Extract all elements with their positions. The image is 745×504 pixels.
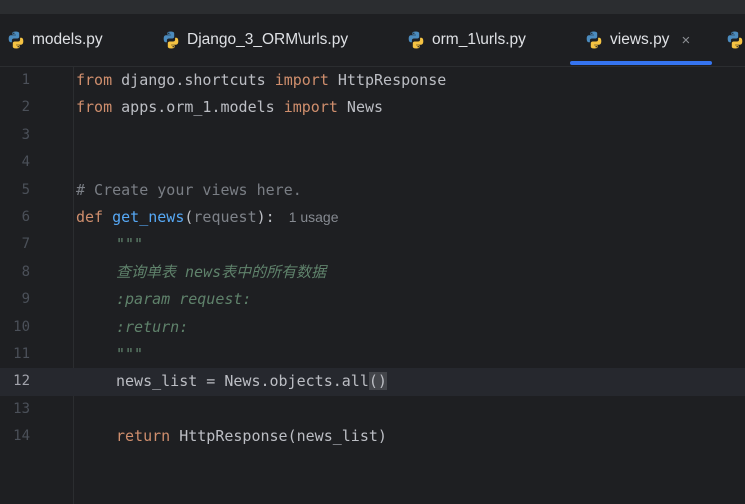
line-number: 2 xyxy=(21,99,30,116)
code-line[interactable]: 6 def get_news(request): 1 usage xyxy=(0,204,745,231)
window-top-strip xyxy=(0,0,745,14)
code-text: news_list = News.objects.all() xyxy=(116,368,387,395)
line-number: 6 xyxy=(21,209,30,225)
matched-bracket: ( xyxy=(368,372,378,391)
code-line[interactable]: 1 from django.shortcuts import HttpRespo… xyxy=(0,67,745,94)
tab-label: models.py xyxy=(32,31,103,48)
python-icon xyxy=(8,31,24,49)
code-line[interactable]: 9 :param request: xyxy=(0,286,745,313)
tab-models-py[interactable]: models.py xyxy=(6,14,103,66)
code-line[interactable]: 10 :return: xyxy=(0,314,745,341)
statement: HttpResponse(news_list) xyxy=(170,427,387,446)
tab-django-urls-py[interactable]: Django_3_ORM\urls.py xyxy=(161,14,348,66)
code-text: from django.shortcuts import HttpRespons… xyxy=(76,67,446,94)
editor-tab-bar: models.py Django_3_ORM\urls.py orm_1\url… xyxy=(0,14,745,67)
keyword: return xyxy=(116,427,171,446)
line-number: 9 xyxy=(21,291,30,308)
docstring: """ xyxy=(116,345,144,363)
code-line[interactable]: 5 # Create your views here. xyxy=(0,177,745,204)
statement: news_list = News.objects.all xyxy=(116,372,369,391)
close-icon[interactable]: × xyxy=(681,32,690,49)
code-line[interactable]: 4 xyxy=(0,149,745,176)
docstring: 查询单表 news表中的所有数据 xyxy=(116,262,327,281)
code-editor[interactable]: 1 from django.shortcuts import HttpRespo… xyxy=(0,67,745,504)
code-line[interactable]: 8 查询单表 news表中的所有数据 xyxy=(0,259,745,286)
line-number: 5 xyxy=(21,181,30,198)
tab-label: views.py xyxy=(610,31,670,48)
line-number: 1 xyxy=(21,72,30,88)
import-name: HttpResponse xyxy=(328,71,447,89)
code-text: return HttpResponse(news_list) xyxy=(116,423,387,450)
line-number: 13 xyxy=(13,400,30,417)
tab-views-py[interactable]: views.py × xyxy=(584,14,690,66)
line-number: 12 xyxy=(13,373,30,390)
line-number: 7 xyxy=(21,236,30,253)
code-line[interactable]: 3 xyxy=(0,122,745,149)
keyword: import xyxy=(283,98,338,117)
module-path: apps.orm_1.models xyxy=(112,98,284,117)
code-text: def get_news(request): 1 usage xyxy=(76,204,339,231)
keyword: import xyxy=(274,71,329,89)
code-line[interactable]: 7 """ xyxy=(0,231,745,258)
python-icon xyxy=(408,31,424,49)
code-line-active[interactable]: 12 news_list = News.objects.all() xyxy=(0,368,745,396)
module-path: django.shortcuts xyxy=(112,71,275,89)
python-icon xyxy=(586,31,602,49)
matched-bracket: ) xyxy=(377,372,387,391)
tab-label: Django_3_ORM\urls.py xyxy=(187,31,349,48)
keyword: from xyxy=(76,71,113,89)
active-tab-indicator xyxy=(570,61,712,65)
comment: # Create your views here. xyxy=(76,180,302,199)
usage-hint[interactable]: 1 usage xyxy=(289,209,339,225)
paren: ): xyxy=(256,208,275,226)
line-number: 4 xyxy=(21,154,30,171)
docstring: :return: xyxy=(116,317,189,336)
line-number: 8 xyxy=(21,263,30,280)
tab-orm1-urls-py[interactable]: orm_1\urls.py xyxy=(406,14,526,66)
tab-label: orm_1\urls.py xyxy=(432,31,526,48)
parameter: request xyxy=(193,208,257,226)
python-icon xyxy=(163,31,179,49)
keyword: def xyxy=(76,208,104,226)
code-line[interactable]: 13 xyxy=(0,396,745,423)
line-number: 11 xyxy=(13,346,30,362)
code-text: from apps.orm_1.models import News xyxy=(76,94,383,121)
keyword: from xyxy=(76,98,113,117)
line-number: 3 xyxy=(21,126,30,143)
code-line[interactable]: 2 from apps.orm_1.models import News xyxy=(0,94,745,121)
docstring: :param request: xyxy=(116,290,252,309)
python-icon xyxy=(727,31,743,49)
function-name: get_news xyxy=(112,208,185,226)
line-number: 14 xyxy=(13,428,30,445)
tab-overflow-next[interactable] xyxy=(725,14,745,66)
line-number: 10 xyxy=(13,318,30,335)
code-line[interactable]: 11 """ xyxy=(0,341,745,368)
docstring: """ xyxy=(116,235,144,254)
import-name: News xyxy=(337,98,384,117)
code-line[interactable]: 14 return HttpResponse(news_list) xyxy=(0,423,745,450)
